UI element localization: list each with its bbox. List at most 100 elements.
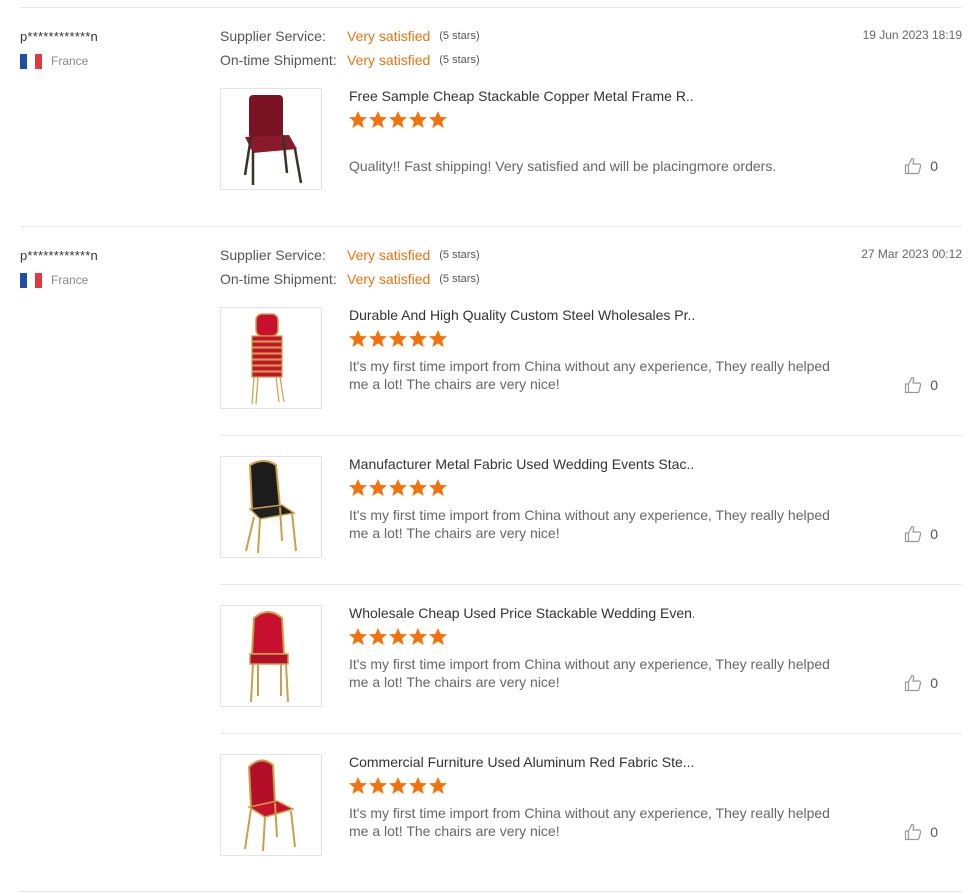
user-name: p************n bbox=[20, 248, 98, 263]
on-time-shipment-label: On-time Shipment: bbox=[220, 271, 337, 287]
supplier-service-value: Very satisfied bbox=[347, 247, 431, 263]
like-button[interactable]: 0 bbox=[904, 823, 938, 841]
like-count: 0 bbox=[930, 824, 938, 840]
user-country: France bbox=[20, 53, 88, 69]
review-card: p************n France 27 Mar 2023 00:12 … bbox=[0, 246, 976, 888]
like-count: 0 bbox=[930, 377, 938, 393]
star-icon bbox=[429, 777, 447, 794]
review-date: 19 Jun 2023 18:19 bbox=[862, 28, 962, 42]
france-flag-icon bbox=[20, 272, 42, 288]
star-icon bbox=[409, 111, 427, 128]
star-icon bbox=[369, 479, 387, 496]
review-comment: It's my first time import from China wit… bbox=[349, 358, 830, 392]
like-button[interactable]: 0 bbox=[904, 674, 938, 692]
divider-top bbox=[20, 7, 962, 8]
star-icon bbox=[349, 777, 367, 794]
on-time-shipment-stars: (5 stars) bbox=[439, 54, 480, 66]
star-icon bbox=[369, 330, 387, 347]
on-time-shipment-stars: (5 stars) bbox=[439, 273, 480, 285]
review-comment: It's my first time import from China wit… bbox=[349, 507, 830, 541]
star-icon bbox=[369, 111, 387, 128]
star-icon bbox=[389, 479, 407, 496]
like-button[interactable]: 0 bbox=[904, 157, 938, 175]
review-item: Wholesale Cheap Used Price Stackable Wed… bbox=[220, 605, 962, 707]
black-gold-banquet-chair bbox=[245, 460, 297, 554]
product-title[interactable]: Commercial Furniture Used Aluminum Red F… bbox=[349, 754, 694, 770]
product-title[interactable]: Free Sample Cheap Stackable Copper Metal… bbox=[349, 88, 694, 104]
on-time-shipment-value: Very satisfied bbox=[347, 271, 431, 287]
review-comment: It's my first time import from China wit… bbox=[349, 805, 830, 839]
like-button[interactable]: 0 bbox=[904, 376, 938, 394]
review-item: Free Sample Cheap Stackable Copper Metal… bbox=[220, 88, 962, 190]
product-image[interactable] bbox=[220, 605, 322, 707]
star-icon bbox=[349, 628, 367, 645]
user-name: p************n bbox=[20, 29, 98, 44]
burgundy-church-chair bbox=[243, 95, 303, 185]
france-flag-icon bbox=[20, 53, 42, 69]
item-rating-stars bbox=[348, 110, 448, 130]
like-button[interactable]: 0 bbox=[904, 525, 938, 543]
review-item: Durable And High Quality Custom Steel Wh… bbox=[220, 307, 962, 409]
thumbs-up-icon bbox=[905, 823, 922, 841]
thumbs-up-icon bbox=[905, 376, 922, 394]
item-rating-stars bbox=[348, 627, 448, 647]
supplier-service-value: Very satisfied bbox=[347, 28, 431, 44]
supplier-service-stars: (5 stars) bbox=[439, 249, 480, 261]
product-image[interactable] bbox=[220, 456, 322, 558]
star-icon bbox=[429, 330, 447, 347]
star-icon bbox=[389, 628, 407, 645]
country-name: France bbox=[51, 54, 89, 68]
thumbs-up-icon bbox=[905, 674, 922, 692]
product-image[interactable] bbox=[220, 307, 322, 409]
star-icon bbox=[409, 330, 427, 347]
star-icon bbox=[409, 479, 427, 496]
review-item: Commercial Furniture Used Aluminum Red F… bbox=[220, 754, 962, 856]
star-icon bbox=[389, 330, 407, 347]
review-date: 27 Mar 2023 00:12 bbox=[861, 247, 962, 261]
product-image[interactable] bbox=[220, 88, 322, 190]
star-icon bbox=[409, 777, 427, 794]
star-icon bbox=[349, 111, 367, 128]
product-title[interactable]: Durable And High Quality Custom Steel Wh… bbox=[349, 307, 694, 323]
star-icon bbox=[429, 111, 447, 128]
like-count: 0 bbox=[930, 675, 938, 691]
star-icon bbox=[349, 479, 367, 496]
divider-review bbox=[20, 226, 962, 227]
on-time-shipment-label: On-time Shipment: bbox=[220, 52, 337, 68]
star-icon bbox=[389, 777, 407, 794]
on-time-shipment-rating: On-time Shipment: Very satisfied (5 star… bbox=[220, 51, 480, 69]
star-icon bbox=[349, 330, 367, 347]
item-rating-stars bbox=[348, 478, 448, 498]
red-gold-banquet-chair bbox=[249, 611, 289, 703]
country-name: France bbox=[51, 273, 89, 287]
thumbs-up-icon bbox=[905, 525, 922, 543]
review-comment: It's my first time import from China wit… bbox=[349, 656, 830, 690]
on-time-shipment-rating: On-time Shipment: Very satisfied (5 star… bbox=[220, 270, 480, 288]
product-title[interactable]: Manufacturer Metal Fabric Used Wedding E… bbox=[349, 456, 694, 472]
star-icon bbox=[409, 628, 427, 645]
star-icon bbox=[429, 628, 447, 645]
supplier-service-rating: Supplier Service: Very satisfied (5 star… bbox=[220, 246, 480, 264]
star-icon bbox=[369, 628, 387, 645]
divider-bottom bbox=[20, 891, 962, 892]
product-title[interactable]: Wholesale Cheap Used Price Stackable Wed… bbox=[349, 605, 694, 621]
product-image[interactable] bbox=[220, 754, 322, 856]
review-item: Manufacturer Metal Fabric Used Wedding E… bbox=[220, 456, 962, 558]
user-country: France bbox=[20, 272, 88, 288]
review-card: p************n France 19 Jun 2023 18:19 … bbox=[0, 27, 976, 219]
review-comment: Quality!! Fast shipping! Very satisfied … bbox=[349, 158, 777, 174]
star-icon bbox=[389, 111, 407, 128]
supplier-service-stars: (5 stars) bbox=[439, 30, 480, 42]
thumbs-up-icon bbox=[905, 157, 922, 175]
on-time-shipment-value: Very satisfied bbox=[347, 52, 431, 68]
like-count: 0 bbox=[930, 158, 938, 174]
stacked-red-chairs bbox=[251, 313, 285, 405]
like-count: 0 bbox=[930, 526, 938, 542]
item-rating-stars bbox=[348, 329, 448, 349]
supplier-service-rating: Supplier Service: Very satisfied (5 star… bbox=[220, 27, 480, 45]
supplier-service-label: Supplier Service: bbox=[220, 28, 326, 44]
red-gold-banquet-chair-angled bbox=[244, 759, 296, 852]
supplier-service-label: Supplier Service: bbox=[220, 247, 326, 263]
item-rating-stars bbox=[348, 776, 448, 796]
star-icon bbox=[369, 777, 387, 794]
